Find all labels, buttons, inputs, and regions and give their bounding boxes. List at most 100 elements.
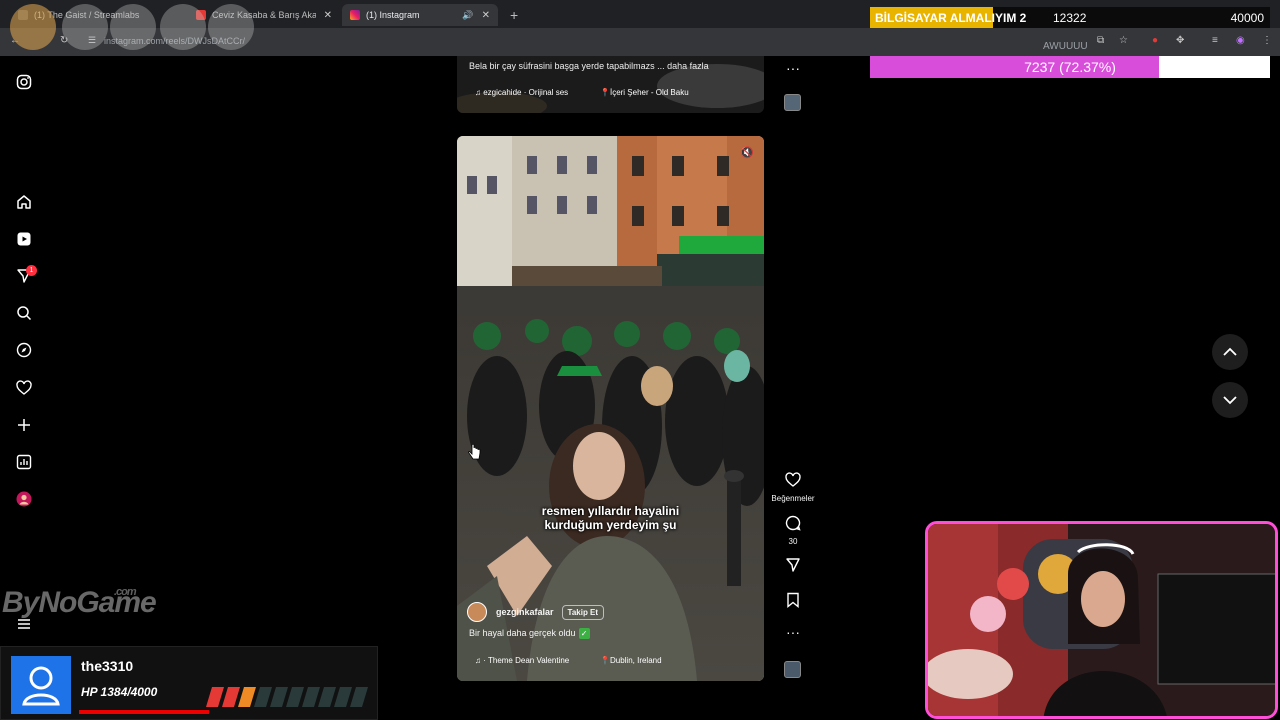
reel-video (457, 136, 764, 681)
subtitle-line-1: resmen yıllardır hayalini (541, 504, 680, 518)
chevron-up-icon (1223, 347, 1237, 356)
reel-location[interactable]: 📍Dublin, Ireland (600, 656, 662, 665)
mute-video-icon[interactable]: 🔇 (740, 146, 754, 159)
instagram-favicon-icon (350, 10, 360, 20)
profile-avatar-icon[interactable] (16, 491, 32, 507)
player-hud: the3310 HP 1384/4000 (0, 646, 378, 720)
heart-icon[interactable] (16, 380, 32, 396)
hp-segment (206, 687, 224, 707)
bookmark-icon (787, 592, 799, 608)
previous-reel-caption[interactable]: Bela bir çay süfrasini başga yerde tapab… (469, 61, 709, 71)
extensions-puzzle-icon[interactable]: ✥ (1176, 35, 1184, 46)
next-reel-button[interactable] (1212, 382, 1248, 418)
author-name[interactable]: gezginkafalar (496, 607, 554, 617)
share-icon (786, 558, 800, 572)
goal-current: 12322 (1053, 11, 1087, 25)
hp-underline (79, 710, 209, 714)
like-label: Beğenmeler (771, 494, 815, 503)
share-button[interactable] (780, 557, 806, 578)
hp-segment (318, 687, 336, 707)
comment-button[interactable]: 30 (780, 515, 806, 546)
sub-goal-bar: 7237 (72.37%) (870, 56, 1270, 78)
tab-instagram[interactable]: (1) Instagram 🔊 ✕ (342, 4, 498, 26)
player-name: the3310 (81, 658, 134, 674)
instagram-logo-icon[interactable] (16, 74, 32, 90)
explore-icon[interactable] (16, 342, 32, 358)
previous-reel-location[interactable]: 📍İçeri Şeher - Old Baku (600, 88, 689, 97)
goal-title: BİLGİSAYAR ALMALIYIM 2 (875, 11, 1027, 25)
overlay-blob (160, 4, 206, 50)
tab-label: (1) Instagram (366, 10, 420, 20)
player-avatar (11, 656, 71, 714)
reels-icon[interactable] (16, 231, 32, 247)
hp-segment (254, 687, 272, 707)
close-tab-icon[interactable]: ✕ (324, 10, 332, 21)
overlay-blob (208, 4, 254, 50)
dashboard-icon[interactable] (16, 454, 32, 470)
hand-cursor-icon (468, 444, 481, 460)
webcam-frame (925, 521, 1278, 719)
hp-bar (206, 687, 368, 707)
author-row: gezginkafalar Takip Et (467, 602, 605, 622)
previous-more-icon[interactable]: ··· (786, 60, 800, 76)
bookmark-star-icon[interactable]: ☆ (1119, 35, 1128, 46)
reel-caption[interactable]: Bir hayal daha gerçek oldu ✓ (469, 628, 590, 639)
webcam-feed (928, 524, 1275, 716)
hp-segment (302, 687, 320, 707)
follow-button[interactable]: Takip Et (561, 604, 605, 620)
hp-segment (222, 687, 240, 707)
new-tab-button[interactable]: + (502, 4, 526, 26)
check-emoji-icon: ✓ (578, 628, 590, 639)
current-reel[interactable]: 🔇 resmen yıllardır hayalini kurduğum yer… (457, 136, 764, 681)
audio-label: ezgicahide · Orijinal ses (483, 88, 569, 97)
reel-audio[interactable]: ♫ · Theme Dean Valentine (475, 656, 569, 665)
hp-segment (334, 687, 352, 707)
channel-watermark: ByNoGame .com (2, 586, 157, 620)
location-label: Dublin, Ireland (609, 656, 662, 665)
audio-label: · Theme Dean Valentine (483, 656, 570, 665)
heart-icon (785, 472, 801, 487)
subtitle-line-2: kurduğum yerdeyim şu (544, 518, 677, 532)
browser-menu-icon[interactable]: ⋮ (1262, 35, 1272, 46)
more-options-button[interactable]: ··· (780, 624, 806, 640)
caption-text: Bir hayal daha gerçek oldu (469, 628, 576, 638)
overlay-blob (110, 4, 156, 50)
author-avatar[interactable] (467, 602, 487, 622)
sub-goal-text: 7237 (72.37%) (1024, 59, 1116, 75)
close-tab-icon[interactable]: ✕ (482, 10, 490, 21)
like-button[interactable]: Beğenmeler (771, 472, 815, 503)
alert-text: AWUUUU (1043, 41, 1088, 52)
stream-screen: (1) The Gaist / Streamlabs Ceviz Kasaba … (0, 0, 1280, 720)
home-icon[interactable] (16, 194, 32, 210)
player-hp: HP 1384/4000 (81, 685, 158, 699)
location-label: İçeri Şeher - Old Baku (609, 88, 689, 97)
user-icon (22, 666, 60, 706)
hp-segment (350, 687, 368, 707)
extension-icon[interactable]: ● (1152, 35, 1158, 46)
hp-segment (286, 687, 304, 707)
profile-icon[interactable]: ◉ (1236, 35, 1245, 46)
mute-tab-icon[interactable]: 🔊 (462, 10, 473, 21)
previous-reel[interactable]: Bela bir çay süfrasini başga yerde tapab… (457, 56, 764, 113)
overlay-blob (10, 4, 56, 50)
open-in-app-icon[interactable]: ⧉ (1097, 35, 1104, 46)
audio-thumb-icon[interactable] (784, 661, 801, 678)
messages-badge: 1 (26, 265, 37, 276)
overlay-blob (62, 4, 108, 50)
previous-audio-thumb-icon[interactable] (784, 94, 801, 111)
previous-reel-audio[interactable]: ♫ ezgicahide · Orijinal ses (475, 88, 568, 97)
comment-count: 30 (788, 537, 798, 546)
search-icon[interactable] (16, 305, 32, 321)
hp-segment (270, 687, 288, 707)
hp-bar-segments (206, 687, 368, 707)
create-icon[interactable] (16, 417, 32, 433)
save-button[interactable] (780, 592, 806, 613)
hp-segment (238, 687, 256, 707)
previous-reel-button[interactable] (1212, 334, 1248, 370)
donation-goal-bar: BİLGİSAYAR ALMALIYIM 2 12322 40000 (870, 7, 1270, 28)
watermark-suffix: .com (114, 586, 137, 598)
comment-icon (785, 515, 801, 531)
goal-target: 40000 (1230, 11, 1264, 25)
chevron-down-icon (1223, 396, 1237, 405)
media-control-icon[interactable]: ≡ (1212, 35, 1218, 46)
